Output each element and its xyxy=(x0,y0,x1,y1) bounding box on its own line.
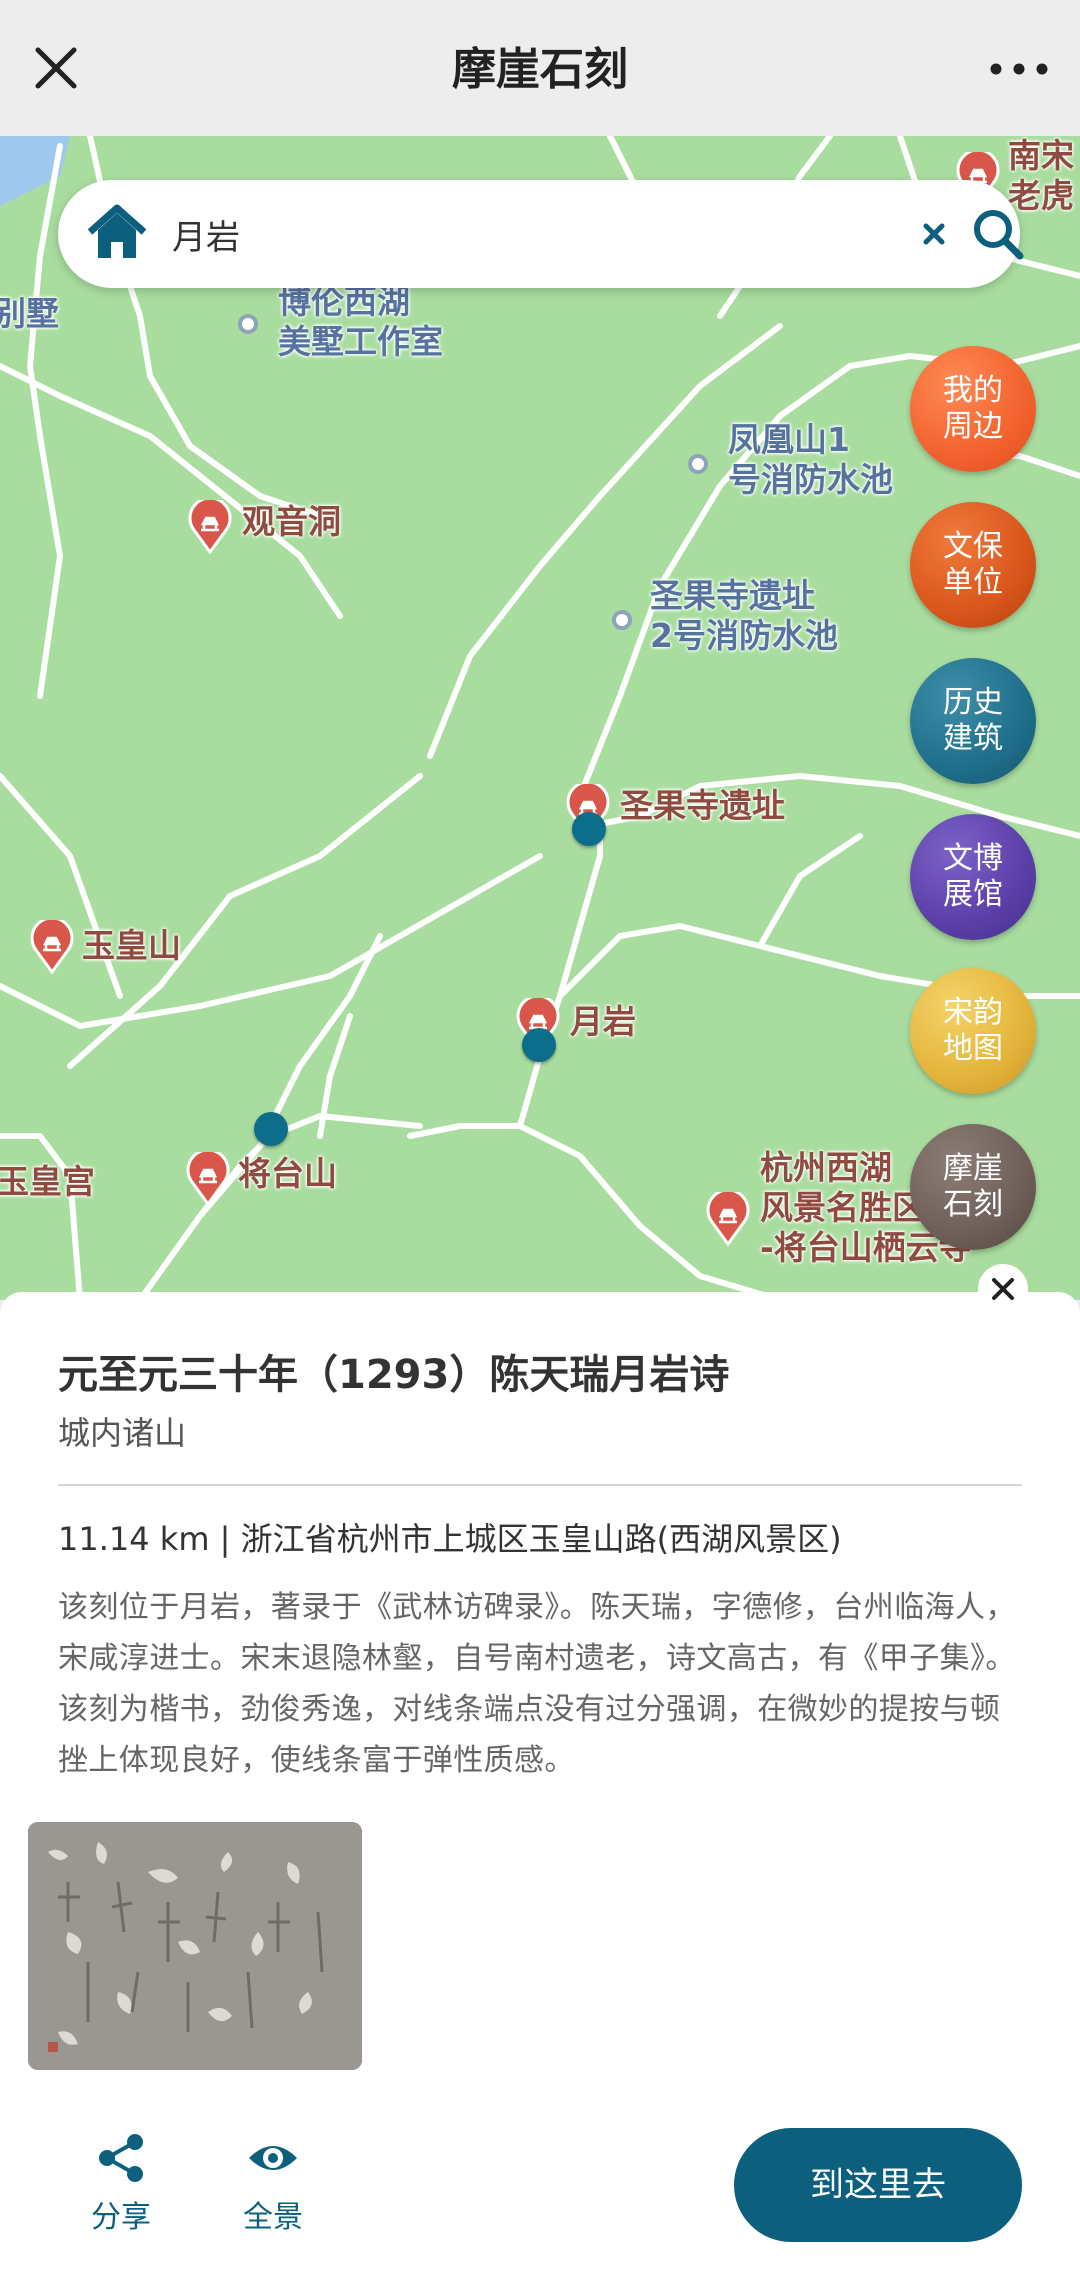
page-title: 摩崖石刻 xyxy=(452,44,628,95)
panorama-button[interactable]: 全景 xyxy=(218,2130,328,2240)
pagoda-pin-icon[interactable] xyxy=(186,1152,230,1206)
pagoda-pin-icon[interactable] xyxy=(188,500,232,554)
top-nav-bar: 摩崖石刻 xyxy=(0,0,1080,136)
carving-marker[interactable] xyxy=(254,1112,288,1146)
category-heritage-button[interactable]: 文保单位 xyxy=(910,502,1036,628)
navigate-here-button[interactable]: 到这里去 xyxy=(734,2128,1022,2242)
clear-icon[interactable] xyxy=(914,214,954,254)
map-label-bieshu: 苑别墅 xyxy=(0,294,59,333)
more-icon[interactable] xyxy=(984,44,1054,94)
map-label-boluo: 博伦西湖 美墅工作室 xyxy=(278,282,443,361)
map-point-shengguo-pool[interactable] xyxy=(612,610,632,630)
pagoda-pin-icon[interactable] xyxy=(706,1192,750,1246)
map-label-jiangtai: 将台山 xyxy=(238,1154,337,1193)
category-museum-button[interactable]: 文博展馆 xyxy=(910,814,1036,940)
map-point-fenghuang[interactable] xyxy=(688,454,708,474)
detail-subtitle: 城内诸山 xyxy=(58,1414,187,1452)
map-label-guanyin: 观音洞 xyxy=(242,502,341,541)
share-icon xyxy=(99,2134,143,2182)
category-historic-building-button[interactable]: 历史建筑 xyxy=(910,658,1036,784)
detail-description: 该刻位于月岩，著录于《武林访碑录》。陈天瑞，字德修，台州临海人，宋咸淳进士。宋末… xyxy=(58,1590,1016,1778)
share-label: 分享 xyxy=(91,2200,151,2235)
map-label-nansong: 南宋 老虎 xyxy=(1008,136,1074,215)
home-icon[interactable] xyxy=(84,200,150,266)
carving-marker-selected[interactable] xyxy=(522,1028,556,1062)
pagoda-pin-icon[interactable] xyxy=(30,920,74,974)
search-icon[interactable] xyxy=(970,206,1026,262)
map-label-yuhuanggong: 玉皇宫 xyxy=(0,1162,95,1201)
sheet-close-button[interactable] xyxy=(978,1264,1028,1314)
map-label-fenghuang: 凤凰山1 号消防水池 xyxy=(728,420,893,499)
map-label-yueyan: 月岩 xyxy=(570,1002,636,1041)
divider xyxy=(58,1484,1022,1486)
close-icon xyxy=(992,1278,1014,1300)
category-songyun-map-button[interactable]: 宋韵地图 xyxy=(910,968,1036,1094)
carving-marker[interactable] xyxy=(572,812,606,846)
eye-icon xyxy=(249,2146,297,2170)
search-bar xyxy=(58,180,1024,288)
map-label-shengguo: 圣果寺遗址 xyxy=(620,786,785,825)
detail-sheet: 元至元三十年（1293）陈天瑞月岩诗 城内诸山 11.14 km | 浙江省杭州… xyxy=(0,1292,1080,2286)
search-input[interactable] xyxy=(172,204,872,264)
map-label-shengguo-pool: 圣果寺遗址 2号消防水池 xyxy=(650,576,838,655)
detail-address: 11.14 km | 浙江省杭州市上城区玉皇山路(西湖风景区) xyxy=(58,1520,842,1558)
category-cliff-carving-button[interactable]: 摩崖石刻 xyxy=(910,1124,1036,1250)
category-nearby-button[interactable]: 我的周边 xyxy=(910,346,1036,472)
detail-title: 元至元三十年（1293）陈天瑞月岩诗 xyxy=(58,1352,730,1398)
rubbing-photo[interactable] xyxy=(28,1822,362,2070)
panorama-label: 全景 xyxy=(243,2200,303,2235)
share-button[interactable]: 分享 xyxy=(66,2130,176,2240)
map-label-yuhuangshan: 玉皇山 xyxy=(82,926,181,965)
map-point-boluo[interactable] xyxy=(238,314,258,334)
